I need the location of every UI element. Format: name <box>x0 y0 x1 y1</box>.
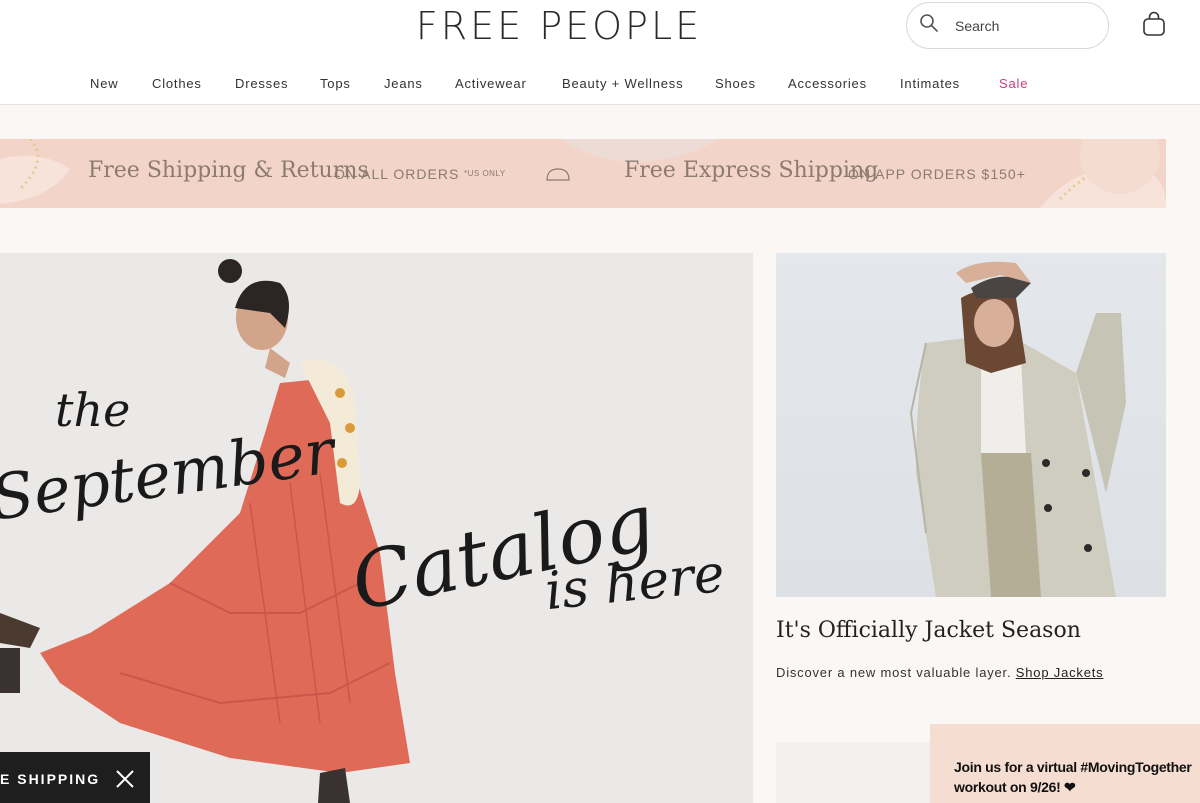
close-icon[interactable] <box>115 769 135 789</box>
hero-script-the: the <box>55 383 131 437</box>
nav-item-shoes[interactable]: Shoes <box>715 76 756 91</box>
promo-free-shipping-sub: ON ALL ORDERS <box>334 166 460 182</box>
search-box[interactable] <box>906 2 1109 49</box>
free-shipping-bar[interactable]: E SHIPPING <box>0 752 150 803</box>
main-nav: New Clothes Dresses Tops Jeans Activewea… <box>0 66 1200 102</box>
feature-description: Discover a new most valuable layer. Shop… <box>776 665 1103 680</box>
shop-jackets-link[interactable]: Shop Jackets <box>1016 665 1104 680</box>
promo-free-shipping-title: Free Shipping & Returns <box>88 158 369 183</box>
jacket-feature-image[interactable] <box>776 253 1166 597</box>
promo-express-shipping-title: Free Express Shipping <box>624 158 879 183</box>
nav-item-activewear[interactable]: Activewear <box>455 76 527 91</box>
nav-item-accessories[interactable]: Accessories <box>788 76 867 91</box>
nav-item-beauty-wellness[interactable]: Beauty + Wellness <box>562 76 683 91</box>
shopping-bag-icon[interactable] <box>1140 10 1168 38</box>
nav-item-jeans[interactable]: Jeans <box>384 76 423 91</box>
nav-item-tops[interactable]: Tops <box>320 76 351 91</box>
free-shipping-bar-label: E SHIPPING <box>0 771 101 787</box>
search-input[interactable] <box>955 17 1095 34</box>
popup-message: Join us for a virtual #MovingTogether wo… <box>954 759 1192 795</box>
nav-item-dresses[interactable]: Dresses <box>235 76 288 91</box>
next-feature-card[interactable] <box>776 742 936 803</box>
feature-title: It's Officially Jacket Season <box>776 618 1081 643</box>
moving-together-popup[interactable]: Join us for a virtual #MovingTogether wo… <box>930 724 1200 803</box>
arch-divider-icon <box>546 168 570 181</box>
jacket-model-image <box>909 261 1126 597</box>
nav-item-intimates[interactable]: Intimates <box>900 76 960 91</box>
nav-item-sale[interactable]: Sale <box>999 76 1028 91</box>
site-header: FREE PEOPLE New Clothes Dresses Tops Jea… <box>0 0 1200 105</box>
search-icon[interactable] <box>919 13 939 38</box>
shipping-promo-banner[interactable]: Free Shipping & Returns ON ALL ORDERS *U… <box>0 139 1166 208</box>
promo-us-only-note: *US ONLY <box>464 169 506 178</box>
feature-desc-text: Discover a new most valuable layer. <box>776 665 1012 680</box>
nav-item-new[interactable]: New <box>90 76 118 91</box>
promo-express-shipping-sub: ON APP ORDERS $150+ <box>848 166 1026 182</box>
september-catalog-hero[interactable]: the September Catalog is here <box>0 253 753 803</box>
nav-item-clothes[interactable]: Clothes <box>152 76 202 91</box>
